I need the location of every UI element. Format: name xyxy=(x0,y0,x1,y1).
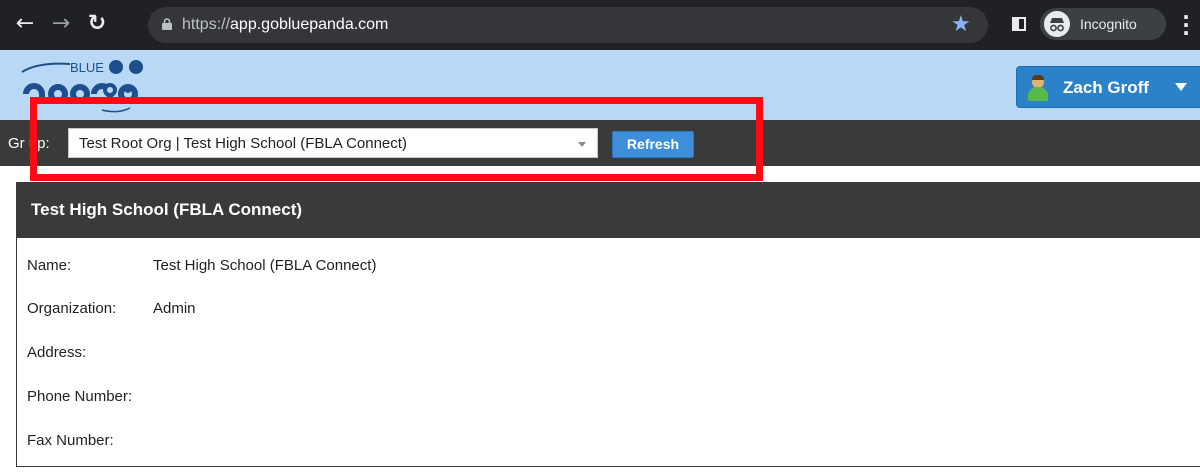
url-text: https://app.gobluepanda.com xyxy=(182,16,388,34)
detail-value: Admin xyxy=(153,300,196,317)
forward-arrow-icon[interactable]: → xyxy=(48,11,74,37)
url-scheme: https:// xyxy=(182,16,231,33)
panel-header: Test High School (FBLA Connect) xyxy=(17,183,1200,238)
highlight-box xyxy=(30,97,763,181)
group-details-panel: Test High School (FBLA Connect) Name: Te… xyxy=(16,182,1200,467)
incognito-icon xyxy=(1044,11,1070,37)
detail-label: Fax Number: xyxy=(27,432,114,449)
user-avatar-icon xyxy=(1028,75,1048,101)
detail-value: Test High School (FBLA Connect) xyxy=(153,257,377,274)
detail-label: Address: xyxy=(27,344,87,361)
side-panel-icon[interactable] xyxy=(1012,17,1026,31)
reload-icon[interactable]: ↻ xyxy=(84,11,110,37)
lock-icon xyxy=(162,18,172,30)
user-menu-button[interactable]: Zach Groff xyxy=(1016,66,1200,108)
detail-label: Organization: xyxy=(27,300,117,317)
panel-title: Test High School (FBLA Connect) xyxy=(31,200,303,219)
incognito-profile-button[interactable]: Incognito xyxy=(1040,8,1166,40)
incognito-label: Incognito xyxy=(1080,16,1137,32)
user-name: Zach Groff xyxy=(1063,78,1149,97)
back-arrow-icon[interactable]: ← xyxy=(12,11,38,37)
bookmark-star-icon[interactable]: ★ xyxy=(951,12,971,37)
caret-down-icon xyxy=(1175,83,1187,91)
detail-label: Name: xyxy=(27,257,72,274)
more-menu-icon[interactable]: · · · xyxy=(1182,7,1190,43)
svg-text:BLUE: BLUE xyxy=(70,60,104,75)
detail-label: Phone Number: xyxy=(27,388,133,405)
address-bar[interactable]: https://app.gobluepanda.com ★ xyxy=(148,7,988,43)
browser-toolbar: ← → ↻ https://app.gobluepanda.com ★ Inco… xyxy=(0,0,1200,50)
url-host: app.gobluepanda.com xyxy=(230,16,389,33)
